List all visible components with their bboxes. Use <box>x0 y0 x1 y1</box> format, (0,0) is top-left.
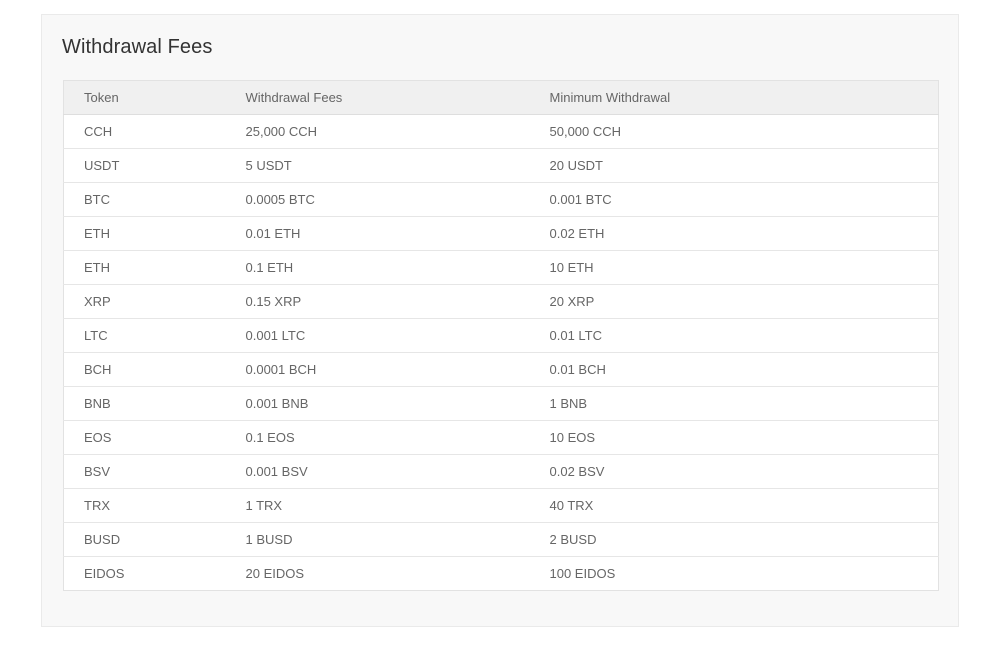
table-row: USDT 5 USDT 20 USDT <box>63 148 939 183</box>
withdrawal-fee-cell: 0.001 BSV <box>225 454 530 489</box>
withdrawal-fee-cell: 0.1 ETH <box>225 250 530 285</box>
withdrawal-fee-cell: 20 EIDOS <box>245 566 305 581</box>
token-cell: BTC <box>63 182 226 217</box>
withdrawal-fees-table: Token Withdrawal Fees Minimum Withdrawal… <box>63 80 939 591</box>
table-row: BTC 0.0005 BTC 0.001 BTC <box>63 182 939 217</box>
table-row: ETH 0.1 ETH 10 ETH <box>63 250 939 285</box>
token-cell: BUSD <box>63 522 226 557</box>
minimum-withdrawal-cell: 0.02 BSV <box>529 454 939 489</box>
withdrawal-fee-cell: 0.001 LTC <box>225 318 530 353</box>
token-cell: TRX <box>63 488 226 523</box>
minimum-withdrawal-cell: 40 TRX <box>529 488 939 523</box>
table-row: TRX 1 TRX 40 TRX <box>63 488 939 523</box>
header-withdrawal-fees: Withdrawal Fees <box>225 80 530 115</box>
withdrawal-fee-cell: 0.0001 BCH <box>225 352 530 387</box>
withdrawal-fee-cell: 0.01 ETH <box>225 216 530 251</box>
table-row: EOS 0.1 EOS 10 EOS <box>63 420 939 455</box>
table-row: CCH 25,000 CCH 50,000 CCH <box>63 114 939 149</box>
header-token: Token <box>63 80 226 115</box>
token-cell: BNB <box>63 386 226 421</box>
minimum-withdrawal-cell: 0.01 BCH <box>529 352 939 387</box>
minimum-withdrawal-cell: 20 USDT <box>529 148 939 183</box>
panel-title: Withdrawal Fees <box>62 36 213 58</box>
table-row: ETH 0.01 ETH 0.02 ETH <box>63 216 939 251</box>
table-row: BCH 0.0001 BCH 0.01 BCH <box>63 352 939 387</box>
withdrawal-fee-cell: 25,000 CCH <box>225 114 530 149</box>
withdrawal-fee-cell: 0.15 XRP <box>225 284 530 319</box>
withdrawal-fees-panel: Withdrawal Fees Token Withdrawal Fees Mi… <box>41 14 959 627</box>
token-cell: EIDOS <box>84 566 125 581</box>
minimum-withdrawal-cell: 0.02 ETH <box>529 216 939 251</box>
minimum-withdrawal-cell: 0.01 LTC <box>529 318 939 353</box>
header-minimum-withdrawal: Minimum Withdrawal <box>529 80 939 115</box>
token-cell: XRP <box>63 284 226 319</box>
minimum-withdrawal-cell: 50,000 CCH <box>529 114 939 149</box>
minimum-withdrawal-cell: 2 BUSD <box>529 522 939 557</box>
token-cell: EOS <box>63 420 226 455</box>
minimum-withdrawal-cell: 0.001 BTC <box>529 182 939 217</box>
token-cell: USDT <box>63 148 226 183</box>
withdrawal-fee-cell: 1 TRX <box>225 488 530 523</box>
withdrawal-fee-cell: 0.0005 BTC <box>225 182 530 217</box>
token-cell: CCH <box>63 114 226 149</box>
withdrawal-fee-cell: 5 USDT <box>225 148 530 183</box>
token-cell: BSV <box>63 454 226 489</box>
minimum-withdrawal-cell: 20 XRP <box>529 284 939 319</box>
withdrawal-fee-cell: 1 BUSD <box>225 522 530 557</box>
table-row: EIDOS 20 EIDOS 100 EIDOS <box>64 557 939 591</box>
table-row: BSV 0.001 BSV 0.02 BSV <box>63 454 939 489</box>
table-header-row: Token Withdrawal Fees Minimum Withdrawal <box>63 80 939 115</box>
token-cell: ETH <box>63 250 226 285</box>
token-cell: LTC <box>63 318 226 353</box>
table-header: Token Withdrawal Fees Minimum Withdrawal <box>63 80 939 115</box>
table-row: LTC 0.001 LTC 0.01 LTC <box>63 318 939 353</box>
minimum-withdrawal-cell: 1 BNB <box>529 386 939 421</box>
withdrawal-fee-cell: 0.1 EOS <box>225 420 530 455</box>
table-row: BNB 0.001 BNB 1 BNB <box>63 386 939 421</box>
minimum-withdrawal-cell: 10 EOS <box>529 420 939 455</box>
minimum-withdrawal-cell: 10 ETH <box>529 250 939 285</box>
table-body: CCH 25,000 CCH 50,000 CCH USDT 5 USDT 20 USDT… <box>63 114 939 591</box>
token-cell: ETH <box>63 216 226 251</box>
table-row: BUSD 1 BUSD 2 BUSD <box>63 522 939 557</box>
token-cell: BCH <box>63 352 226 387</box>
withdrawal-fee-cell: 0.001 BNB <box>225 386 530 421</box>
table-row: XRP 0.15 XRP 20 XRP <box>63 284 939 319</box>
minimum-withdrawal-cell: 100 EIDOS <box>549 566 616 581</box>
